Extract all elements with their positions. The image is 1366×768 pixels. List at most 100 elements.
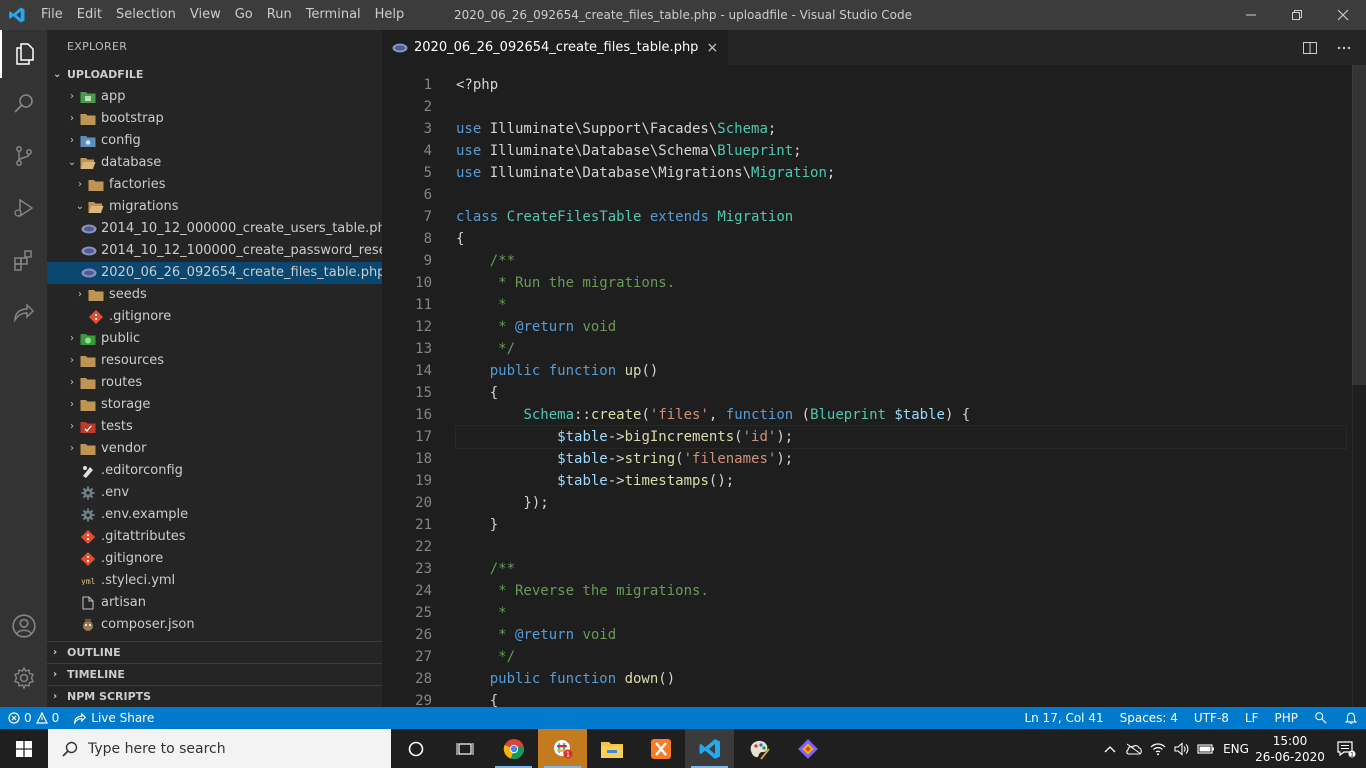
code-line[interactable]: *: [456, 602, 1346, 624]
start-button[interactable]: [0, 729, 48, 768]
tray-expand-button[interactable]: [1098, 745, 1122, 753]
menu-edit[interactable]: Edit: [70, 0, 109, 30]
tree-folder[interactable]: › vendor: [47, 438, 382, 460]
code-line[interactable]: Schema::create('files', function (Bluepr…: [456, 404, 1346, 426]
code-line[interactable]: */: [456, 646, 1346, 668]
tree-folder[interactable]: › seeds: [47, 284, 382, 306]
code-line[interactable]: [456, 536, 1346, 558]
outline-section-header[interactable]: › OUTLINE: [47, 641, 382, 663]
taskbar-chrome[interactable]: [489, 729, 538, 768]
encoding[interactable]: UTF-8: [1194, 711, 1229, 725]
live-share-activity-button[interactable]: [0, 288, 47, 336]
cursor-position[interactable]: Ln 17, Col 41: [1024, 711, 1103, 725]
search-activity-button[interactable]: [0, 80, 47, 128]
timeline-section-header[interactable]: › TIMELINE: [47, 663, 382, 685]
split-editor-icon[interactable]: [1302, 40, 1318, 56]
chevron-right-icon[interactable]: ›: [73, 174, 87, 196]
tree-file[interactable]: .env: [47, 482, 382, 504]
run-debug-activity-button[interactable]: [0, 184, 47, 232]
minimize-button[interactable]: [1228, 0, 1274, 30]
accounts-activity-button[interactable]: [0, 602, 47, 650]
tree-folder[interactable]: › resources: [47, 350, 382, 372]
code-line[interactable]: use Illuminate\Database\Schema\Blueprint…: [456, 140, 1346, 162]
root-folder-header[interactable]: ⌄ UPLOADFILE: [47, 64, 382, 86]
taskbar-git-app[interactable]: [783, 729, 832, 768]
tree-file[interactable]: 2014_10_12_100000_create_password_reset.…: [47, 240, 382, 262]
cortana-button[interactable]: [391, 729, 440, 768]
taskbar-vscode[interactable]: [685, 729, 734, 768]
taskbar-search[interactable]: Type here to search: [48, 729, 391, 768]
tree-file[interactable]: 2020_06_26_092654_create_files_table.php: [47, 262, 382, 284]
taskbar-slack[interactable]: 1: [538, 729, 587, 768]
tree-folder[interactable]: › tests: [47, 416, 382, 438]
tray-battery[interactable]: [1194, 743, 1218, 755]
chevron-right-icon[interactable]: ›: [73, 284, 87, 306]
code-line[interactable]: $table->string('filenames');: [456, 448, 1346, 470]
language-mode[interactable]: PHP: [1275, 711, 1299, 725]
menu-view[interactable]: View: [183, 0, 228, 30]
code-line[interactable]: * @return void: [456, 316, 1346, 338]
tray-clock[interactable]: 15:00 26-06-2020: [1254, 733, 1326, 765]
code-line[interactable]: });: [456, 492, 1346, 514]
feedback-icon[interactable]: [1314, 711, 1328, 725]
code-line[interactable]: */: [456, 338, 1346, 360]
code-line[interactable]: class CreateFilesTable extends Migration: [456, 206, 1346, 228]
code-lines[interactable]: <?php use Illuminate\Support\Facades\Sche…: [455, 74, 1347, 707]
menu-help[interactable]: Help: [368, 0, 412, 30]
more-actions-icon[interactable]: [1336, 40, 1352, 56]
problems-indicator[interactable]: 0 0: [8, 711, 59, 725]
tree-folder[interactable]: › app: [47, 86, 382, 108]
chevron-right-icon[interactable]: ›: [65, 108, 79, 130]
chevron-down-icon[interactable]: ⌄: [65, 152, 79, 174]
tree-file[interactable]: .gitignore: [47, 306, 382, 328]
tree-folder[interactable]: › routes: [47, 372, 382, 394]
editor-scroll-thumb[interactable]: [1352, 65, 1366, 385]
menu-selection[interactable]: Selection: [109, 0, 183, 30]
tray-onedrive[interactable]: [1122, 743, 1146, 755]
restore-button[interactable]: [1274, 0, 1320, 30]
tree-folder[interactable]: › factories: [47, 174, 382, 196]
taskbar-paint[interactable]: [734, 729, 783, 768]
tree-folder[interactable]: › config: [47, 130, 382, 152]
chevron-right-icon[interactable]: ›: [65, 438, 79, 460]
extensions-activity-button[interactable]: [0, 236, 47, 284]
tree-file[interactable]: yml .styleci.yml: [47, 570, 382, 592]
tree-file[interactable]: .gitignore: [47, 548, 382, 570]
vscode-logo-icon[interactable]: [0, 0, 34, 30]
tree-folder[interactable]: ⌄ database: [47, 152, 382, 174]
chevron-right-icon[interactable]: ›: [65, 350, 79, 372]
end-of-line[interactable]: LF: [1245, 711, 1259, 725]
chevron-right-icon[interactable]: ›: [65, 130, 79, 152]
bell-icon[interactable]: [1344, 711, 1358, 725]
indentation[interactable]: Spaces: 4: [1120, 711, 1178, 725]
task-view-button[interactable]: [440, 729, 489, 768]
taskbar-file-explorer[interactable]: [587, 729, 636, 768]
code-line[interactable]: /**: [456, 558, 1346, 580]
code-line[interactable]: $table->timestamps();: [456, 470, 1346, 492]
tab-close-icon[interactable]: ×: [706, 40, 718, 56]
tray-language[interactable]: ENG: [1218, 742, 1254, 756]
tree-file[interactable]: 2014_10_12_000000_create_users_table.php: [47, 218, 382, 240]
chevron-right-icon[interactable]: ›: [65, 328, 79, 350]
tree-file[interactable]: composer.json: [47, 614, 382, 636]
code-line[interactable]: use Illuminate\Database\Migrations\Migra…: [456, 162, 1346, 184]
tree-file[interactable]: artisan: [47, 592, 382, 614]
code-line[interactable]: public function up(): [456, 360, 1346, 382]
chevron-right-icon[interactable]: ›: [65, 372, 79, 394]
menu-file[interactable]: File: [34, 0, 70, 30]
chevron-right-icon[interactable]: ›: [65, 394, 79, 416]
npm-scripts-section-header[interactable]: › NPM SCRIPTS: [47, 685, 382, 707]
tree-file[interactable]: .env.example: [47, 504, 382, 526]
menu-terminal[interactable]: Terminal: [299, 0, 368, 30]
code-line[interactable]: public function down(): [456, 668, 1346, 690]
code-line[interactable]: * Run the migrations.: [456, 272, 1346, 294]
tree-file[interactable]: .gitattributes: [47, 526, 382, 548]
action-center-button[interactable]: 1: [1326, 740, 1366, 758]
editor-scrollbar[interactable]: [1352, 65, 1366, 707]
tree-folder[interactable]: › bootstrap: [47, 108, 382, 130]
code-line[interactable]: $table->bigIncrements('id');: [455, 425, 1347, 449]
tree-folder[interactable]: ⌄ migrations: [47, 196, 382, 218]
tray-wifi[interactable]: [1146, 742, 1170, 756]
source-control-activity-button[interactable]: [0, 132, 47, 180]
code-line[interactable]: /**: [456, 250, 1346, 272]
